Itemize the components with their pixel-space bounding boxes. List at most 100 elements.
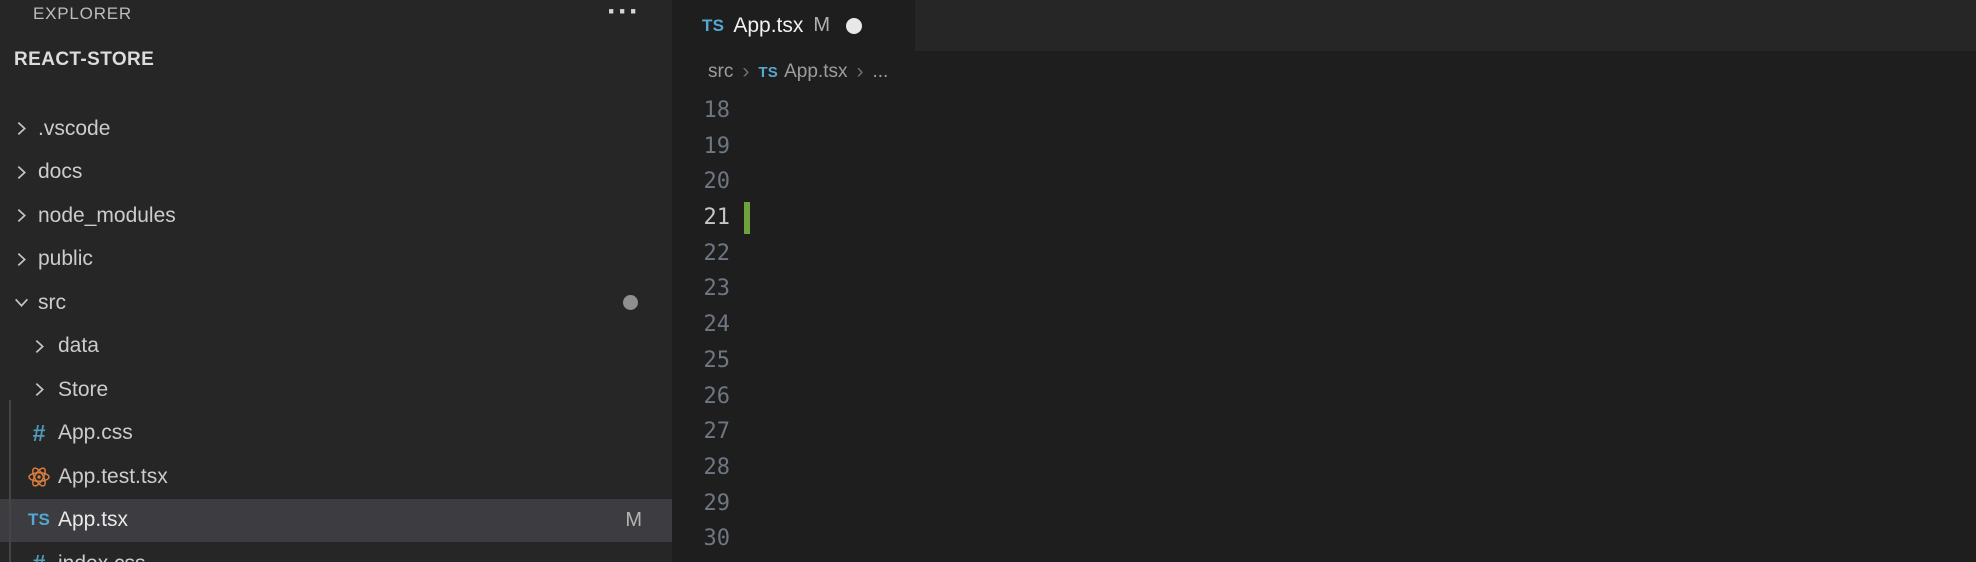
- sidebar-item-node-modules[interactable]: node_modules: [0, 194, 672, 238]
- chevron-right-icon: [8, 207, 35, 224]
- explorer-title: EXPLORER: [0, 4, 132, 24]
- code-line-24[interactable]: 24: [672, 307, 1976, 343]
- breadcrumb-item-[interactable]: ...: [872, 61, 888, 83]
- item-label: App.test.tsx: [54, 465, 168, 489]
- gutter: [730, 164, 750, 200]
- gutter: [730, 521, 750, 557]
- code-line-23[interactable]: 23: [672, 271, 1976, 307]
- code-line-26[interactable]: 26: [672, 379, 1976, 415]
- sidebar-item-vscode[interactable]: .vscode: [0, 107, 672, 151]
- editor-area: TS App.tsx M src›TSApp.tsx›... 181920212…: [672, 0, 1976, 562]
- tab-bar: TS App.tsx M: [672, 0, 1976, 51]
- css-file-icon: #: [24, 420, 54, 447]
- typescript-icon: TS: [702, 16, 724, 36]
- chevron-right-icon: [8, 164, 35, 181]
- sidebar-item-app-test-tsx[interactable]: App.test.tsx: [0, 455, 672, 499]
- breadcrumb-item-src[interactable]: src: [708, 61, 733, 83]
- breadcrumb-label: App.tsx: [784, 61, 847, 83]
- gutter: [730, 93, 750, 129]
- chevron-right-icon: [8, 120, 35, 137]
- folder-modified-dot: [623, 295, 638, 310]
- code-line-25[interactable]: 25: [672, 343, 1976, 379]
- breadcrumb-label: ...: [872, 61, 888, 83]
- code-line-22[interactable]: 22: [672, 236, 1976, 272]
- item-label: public: [35, 247, 93, 271]
- breadcrumb-separator-icon: ›: [856, 60, 863, 84]
- line-number: 23: [672, 271, 730, 307]
- line-number: 30: [672, 521, 730, 557]
- line-number: 18: [672, 93, 730, 129]
- explorer-header: EXPLORER ···: [0, 0, 672, 28]
- sidebar-item-docs[interactable]: docs: [0, 151, 672, 195]
- item-label: .vscode: [35, 117, 110, 141]
- line-number: 25: [672, 343, 730, 379]
- git-modified-badge: M: [625, 509, 642, 532]
- sidebar-item-store[interactable]: Store: [0, 368, 672, 412]
- breadcrumb: src › TS App.tsx ›...: [672, 51, 1976, 93]
- css-file-icon: #: [24, 550, 54, 562]
- unsaved-dot-icon[interactable]: [846, 18, 862, 34]
- line-number: 27: [672, 414, 730, 450]
- chevron-down-icon: [8, 294, 35, 311]
- line-number: 21: [672, 200, 730, 236]
- line-number: 19: [672, 129, 730, 165]
- gutter: [730, 486, 750, 522]
- code-editor[interactable]: 18192021222324252627282930: [672, 93, 1976, 562]
- sidebar-item-app-tsx[interactable]: TSApp.tsx M: [0, 499, 672, 543]
- tree-indent-guide: [9, 400, 11, 562]
- item-label: App.tsx: [54, 508, 128, 532]
- line-number: 28: [672, 450, 730, 486]
- breadcrumb-label: src: [708, 61, 733, 83]
- gutter: [730, 307, 750, 343]
- code-line-19[interactable]: 19: [672, 129, 1976, 165]
- chevron-right-icon: [8, 251, 35, 268]
- item-label: src: [35, 291, 66, 315]
- breadcrumb-separator-icon: ›: [742, 60, 749, 84]
- gutter: [730, 450, 750, 486]
- item-label: index.css: [54, 552, 146, 562]
- code-line-29[interactable]: 29: [672, 486, 1976, 522]
- item-label: Store: [54, 378, 108, 402]
- gutter: [730, 379, 750, 415]
- sidebar-item-index-css[interactable]: #index.css: [0, 542, 672, 562]
- item-label: App.css: [54, 421, 133, 445]
- tab-git-badge: M: [813, 14, 830, 37]
- item-label: docs: [35, 160, 82, 184]
- breadcrumb-item-app-tsx[interactable]: TS App.tsx: [758, 61, 847, 83]
- gutter: [730, 414, 750, 450]
- code-line-21[interactable]: 21: [672, 200, 1976, 236]
- line-number: 29: [672, 486, 730, 522]
- sidebar-item-src[interactable]: src: [0, 281, 672, 325]
- item-label: data: [54, 334, 99, 358]
- line-number: 26: [672, 379, 730, 415]
- more-actions-icon[interactable]: ···: [607, 0, 640, 26]
- gutter: [730, 343, 750, 379]
- gutter: [730, 129, 750, 165]
- code-line-18[interactable]: 18: [672, 93, 1976, 129]
- code-line-27[interactable]: 27: [672, 414, 1976, 450]
- code-line-20[interactable]: 20: [672, 164, 1976, 200]
- line-number: 20: [672, 164, 730, 200]
- file-tree: .vscode docs node_modulespublic src data Stor…: [0, 76, 672, 562]
- gutter: [730, 271, 750, 307]
- chevron-right-icon: [24, 338, 54, 355]
- project-name: REACT-STORE: [0, 49, 154, 71]
- tab-title: App.tsx: [733, 14, 803, 38]
- project-section-header[interactable]: REACT-STORE: [0, 44, 672, 76]
- item-label: node_modules: [35, 204, 176, 228]
- code-line-30[interactable]: 30: [672, 521, 1976, 557]
- typescript-file-icon: TS: [24, 510, 54, 530]
- explorer-sidebar: EXPLORER ··· REACT-STORE .vscode docs node…: [0, 0, 672, 562]
- react-test-file-icon: [24, 465, 54, 489]
- typescript-icon: TS: [758, 64, 778, 81]
- line-number: 24: [672, 307, 730, 343]
- sidebar-item-data[interactable]: data: [0, 325, 672, 369]
- tab-app-tsx[interactable]: TS App.tsx M: [672, 0, 915, 51]
- modified-gutter-indicator: [730, 200, 750, 236]
- code-line-28[interactable]: 28: [672, 450, 1976, 486]
- line-number: 22: [672, 236, 730, 272]
- chevron-right-icon: [24, 381, 54, 398]
- sidebar-item-app-css[interactable]: #App.css: [0, 412, 672, 456]
- sidebar-item-public[interactable]: public: [0, 238, 672, 282]
- gutter: [730, 236, 750, 272]
